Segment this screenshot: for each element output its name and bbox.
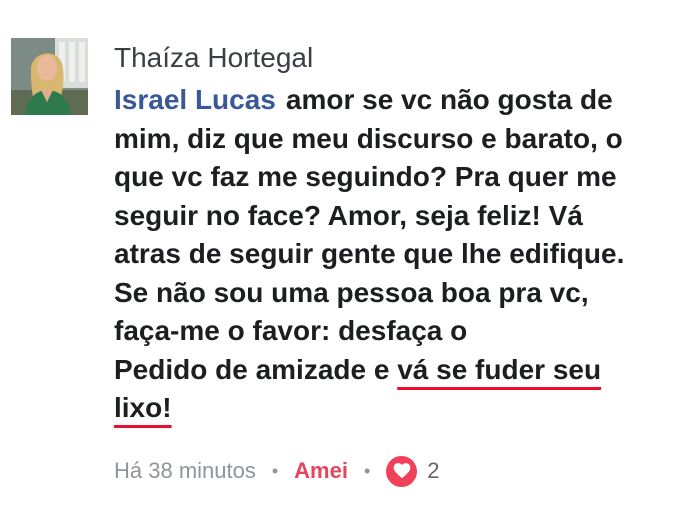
comment-line: seguir no face? Amor, seja feliz! Vá bbox=[114, 199, 583, 231]
comment-line: lixo! bbox=[114, 389, 679, 428]
comment-line: faça-me o favor: desfaça o bbox=[114, 315, 468, 346]
comment-line: Pedido de amizade e vá se fuder seu bbox=[114, 351, 679, 390]
profile-photo bbox=[11, 38, 88, 115]
underlined-text: lixo! bbox=[114, 392, 172, 423]
comment-text: amor se vc não gosta de bbox=[285, 84, 613, 115]
separator-dot: • bbox=[271, 460, 279, 481]
comment-line: atras de seguir gente que lhe edifique. bbox=[114, 238, 625, 269]
avatar[interactable] bbox=[11, 38, 88, 115]
comment-line: mim, diz que meu discurso e barato, o bbox=[114, 122, 623, 154]
comment: Thaíza Hortegal Israel Lucas amor se vc n… bbox=[0, 0, 695, 511]
comment-body: Israel Lucas amor se vc não gosta de mim,… bbox=[114, 81, 679, 428]
comment-meta: Há 38 minutos • Amei • 2 bbox=[114, 455, 440, 487]
comment-line: Se não sou uma pessoa boa pra vc, bbox=[114, 276, 589, 308]
reaction-button[interactable]: Amei bbox=[294, 458, 348, 484]
heart-icon[interactable] bbox=[386, 455, 418, 487]
mention-link[interactable]: Israel Lucas bbox=[114, 84, 276, 115]
underlined-text: vá se fuder seu bbox=[397, 353, 602, 385]
author-name[interactable]: Thaíza Hortegal bbox=[114, 41, 313, 75]
comment-line: Israel Lucas amor se vc não gosta de bbox=[114, 81, 679, 120]
reaction-count[interactable]: 2 bbox=[427, 458, 439, 484]
comment-line: que vc faz me seguindo? Pra quer me bbox=[114, 161, 617, 192]
comment-text: Pedido de amizade e bbox=[114, 353, 398, 385]
timestamp[interactable]: Há 38 minutos bbox=[114, 458, 256, 484]
separator-dot: • bbox=[363, 460, 371, 481]
